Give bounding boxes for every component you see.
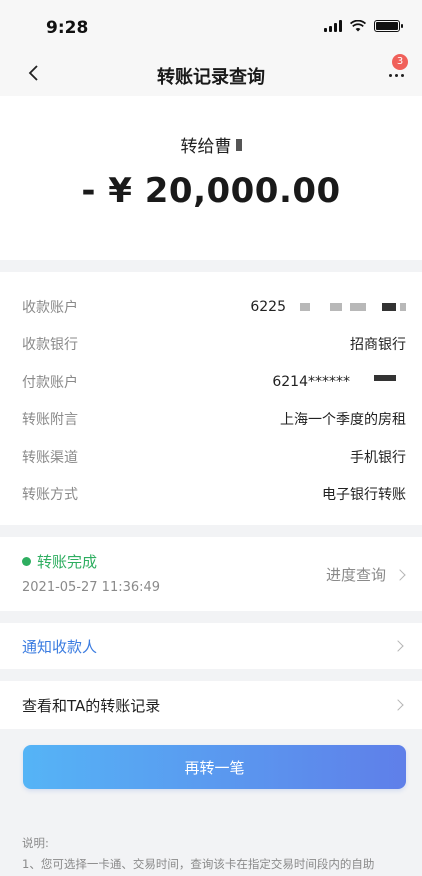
recipient-mask — [235, 138, 242, 151]
more-button[interactable]: 3 — [376, 54, 408, 86]
detail-row-payer-account: 付款账户 6214****** — [22, 363, 406, 401]
detail-value: 上海一个季度的房租 — [280, 412, 406, 429]
details-card: 收款账户 6225 收款银行 招商银行 付款账户 6214****** 转账附言… — [0, 272, 422, 525]
recipient-label: 转给曹 — [180, 137, 232, 157]
notify-payee-label: 通知收款人 — [22, 637, 98, 656]
notify-payee-row[interactable]: 通知收款人 — [0, 623, 422, 669]
success-dot-icon — [22, 557, 31, 566]
chevron-right-icon — [392, 699, 404, 711]
more-icon — [389, 74, 404, 77]
redaction-mask — [374, 374, 396, 381]
progress-query-link[interactable]: 进度查询 — [325, 564, 406, 585]
recipient: 转给曹 — [181, 132, 242, 157]
progress-query-label: 进度查询 — [325, 566, 386, 584]
amount-card: 转给曹 - ¥ 20,000.00 — [0, 96, 422, 260]
detail-value: 手机银行 — [350, 449, 406, 466]
detail-row-payee-bank: 收款银行 招商银行 — [22, 326, 406, 364]
page-title: 转账记录查询 — [157, 67, 265, 88]
battery-icon — [374, 20, 403, 32]
transfer-amount: - ¥ 20,000.00 — [81, 171, 341, 211]
status-bar: 9:28 — [0, 0, 422, 50]
chevron-right-icon — [392, 640, 404, 652]
notification-badge: 3 — [392, 54, 408, 70]
wifi-icon — [350, 20, 366, 32]
detail-value: 电子银行转账 — [322, 487, 406, 504]
notes-title: 说明: — [22, 836, 49, 850]
detail-value: 6225 — [250, 299, 406, 315]
redaction-mask — [350, 302, 366, 311]
payer-account-masked: 6214****** — [272, 373, 350, 390]
nav-bar: 转账记录查询 3 — [0, 50, 422, 96]
detail-label: 转账附言 — [22, 412, 78, 429]
chevron-right-icon — [394, 568, 406, 581]
redaction-mask — [300, 302, 310, 311]
notes: 说明: 1、您可选择一卡通、交易时间，查询该卡在指定交易时间段内的自助 — [22, 833, 406, 875]
transfer-history-row[interactable]: 查看和TA的转账记录 — [0, 681, 422, 729]
signal-icon — [324, 20, 342, 32]
detail-label: 转账渠道 — [22, 449, 78, 466]
detail-label: 转账方式 — [22, 487, 78, 504]
detail-label: 付款账户 — [22, 374, 78, 391]
transfer-again-button[interactable]: 再转一笔 — [23, 745, 406, 789]
status-time: 9:28 — [46, 18, 89, 38]
notes-line: 1、您可选择一卡通、交易时间，查询该卡在指定交易时间段内的自助 — [22, 857, 375, 871]
transfer-history-label: 查看和TA的转账记录 — [22, 696, 161, 715]
redaction-mask — [382, 302, 396, 311]
redaction-mask — [330, 302, 342, 311]
detail-value: 招商银行 — [350, 337, 406, 354]
detail-row-payee-account: 收款账户 6225 — [22, 288, 406, 326]
detail-row-method: 转账方式 电子银行转账 — [22, 476, 406, 514]
detail-row-remark: 转账附言 上海一个季度的房租 — [22, 401, 406, 439]
detail-label: 收款银行 — [22, 337, 78, 354]
redaction-mask — [400, 302, 406, 311]
status-icons — [324, 20, 403, 32]
detail-row-channel: 转账渠道 手机银行 — [22, 438, 406, 476]
detail-label: 收款账户 — [22, 299, 78, 316]
detail-value: 6214****** — [272, 374, 406, 390]
status-card: 转账完成 2021-05-27 11:36:49 进度查询 — [0, 537, 422, 611]
status-label: 转账完成 — [37, 553, 98, 571]
payee-account-prefix: 6225 — [250, 298, 286, 315]
